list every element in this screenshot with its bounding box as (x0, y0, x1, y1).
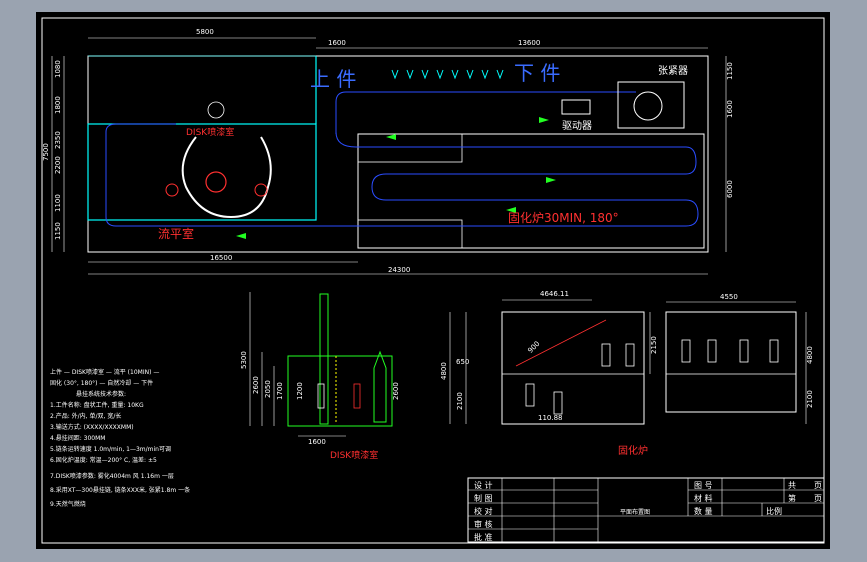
dim-left-d: 2350 (54, 131, 62, 149)
oven-dim-h1: 4800 (440, 362, 448, 380)
label-leveling-room: 流平室 (158, 226, 194, 241)
disk-dim-h2: 2600 (252, 376, 260, 394)
note-2: 固化 (30°, 180°) — 自然冷却 — 下件 (50, 379, 153, 387)
dim-left-a: 1080 (54, 60, 62, 78)
spray-room (87, 123, 317, 221)
plan-view: 5800 1600 13600 7500 1080 1800 2200 2350… (42, 28, 734, 275)
dim-top-right: 13600 (518, 39, 540, 47)
disk-section-title: DISK喷漆室 (330, 449, 378, 461)
dim-left-total: 7500 (42, 143, 50, 161)
oven-dim-bottom: 110.88 (538, 414, 563, 422)
oven-outline (357, 133, 705, 249)
drive-box (561, 99, 591, 115)
tb-sheet: 第 (788, 493, 796, 503)
label-disk-booth: DISK喷漆室 (186, 126, 234, 138)
tb-design: 设 计 (474, 480, 493, 490)
oven-end-dim-width: 4550 (720, 293, 738, 301)
sheet-border (41, 17, 825, 544)
tb-review: 审 核 (474, 519, 493, 529)
tb-scale: 比例 (766, 506, 782, 516)
tb-page-label-2: 页 (814, 494, 822, 503)
dim-top-mid: 1600 (328, 39, 346, 47)
tb-drawing-name: 平面布置图 (620, 508, 650, 516)
label-curing-oven: 固化炉30MIN, 180° (508, 211, 619, 225)
label-loading: 上 件 (310, 67, 356, 91)
dim-left-e: 1100 (54, 194, 62, 212)
dim-right-a: 1150 (726, 62, 734, 80)
note-12: 9.天然气燃烧 (50, 500, 86, 508)
note-5: 2.产品: 外/内, 单/双, 宽/长 (50, 412, 121, 420)
label-tensioner: 张紧器 (658, 65, 688, 77)
disk-dim-h4: 1700 (276, 382, 284, 400)
cad-drawing: 5800 1600 13600 7500 1080 1800 2200 2350… (41, 17, 825, 544)
note-4: 1.工件名称: 盘状工件, 重量: 10KG (50, 401, 144, 409)
note-11: 8.采用XT—300悬挂链, 链条XXX米, 张紧1.8m 一条 (50, 486, 190, 494)
conveyor-path (105, 91, 699, 227)
tb-figure-no: 图 号 (694, 481, 713, 490)
spray-disk-icon (205, 171, 227, 193)
note-8: 5.链条运转速度 1.0m/min, 1—3m/min可调 (50, 445, 171, 453)
label-drive: 驱动器 (562, 120, 592, 132)
disk-dim-h6: 2600 (392, 382, 400, 400)
tb-draw: 制 图 (474, 493, 493, 503)
disk-dim-h3: 2050 (264, 380, 272, 398)
dim-left-c: 2200 (54, 156, 62, 174)
oven-dim-top: 4646.11 (540, 290, 569, 298)
oven-section-view: 4646.11 4800 650 2100 2150 900 110.88 45… (440, 290, 814, 457)
note-1: 上件 — DISK喷漆室 — 流平 (10MIN) — (50, 368, 159, 376)
oven-end-dim-h1: 4800 (806, 346, 814, 364)
oven-dim-h3: 2100 (456, 392, 464, 410)
tb-approve: 批 准 (474, 532, 493, 542)
note-9: 6.固化炉温度: 常温—200° C, 温差: ±5 (50, 456, 157, 464)
dim-bottom-total: 24300 (388, 266, 410, 274)
disk-section-view: 5300 2600 2050 1700 1200 2600 1600 DISK喷… (240, 292, 400, 461)
tensioner-box (617, 81, 685, 129)
oven-section-body (501, 311, 645, 425)
note-10: 7.DISK喷漆参数: 雾化4004m 风 1.16m 一层 (50, 472, 174, 480)
cad-window: 5800 1600 13600 7500 1080 1800 2200 2350… (0, 0, 867, 562)
oven-section-title: 固化炉 (618, 444, 648, 457)
disk-dim-h5: 1200 (296, 382, 304, 400)
oven-end-dim-h2: 2100 (806, 390, 814, 408)
tensioner-wheel-icon (633, 91, 663, 121)
dim-bottom-left: 16500 (210, 254, 232, 262)
dim-right-b: 1600 (726, 100, 734, 118)
spray-gun-right-icon (254, 183, 268, 197)
tb-check: 校 对 (474, 506, 493, 516)
disk-dim-width: 1600 (308, 438, 326, 446)
tb-material: 材 料 (694, 493, 713, 503)
note-3: 悬挂系统技术参数: (76, 390, 126, 398)
disk-dim-height: 5300 (240, 351, 248, 369)
dim-top-width: 5800 (196, 28, 214, 36)
drawing-sheet: 5800 1600 13600 7500 1080 1800 2200 2350… (36, 12, 830, 549)
label-unloading: 下 件 (514, 61, 560, 85)
title-block: 设 计 制 图 校 对 审 核 批 准 平面布置图 图 号 材 料 数 量 比例… (467, 477, 825, 543)
oven-dim-h4: 2150 (650, 336, 658, 354)
note-6: 3.输送方式: (XXXX/XXXXMM) (50, 423, 134, 431)
tb-quantity: 数 量 (694, 506, 713, 516)
tb-page-label-1: 页 (814, 481, 822, 490)
technical-notes: 上件 — DISK喷漆室 — 流平 (10MIN) — 固化 (30°, 180… (50, 368, 190, 508)
dim-left-f: 1150 (54, 222, 62, 240)
oven-dim-h2: 650 (456, 358, 469, 366)
oven-dim-diag: 900 (526, 340, 541, 355)
tb-total: 共 (788, 481, 796, 490)
note-7: 4.悬挂间距: 300MM (50, 434, 105, 442)
spray-gun-left-icon (165, 183, 179, 197)
dim-right-c: 6000 (726, 180, 734, 198)
dim-left-b: 1800 (54, 96, 62, 114)
